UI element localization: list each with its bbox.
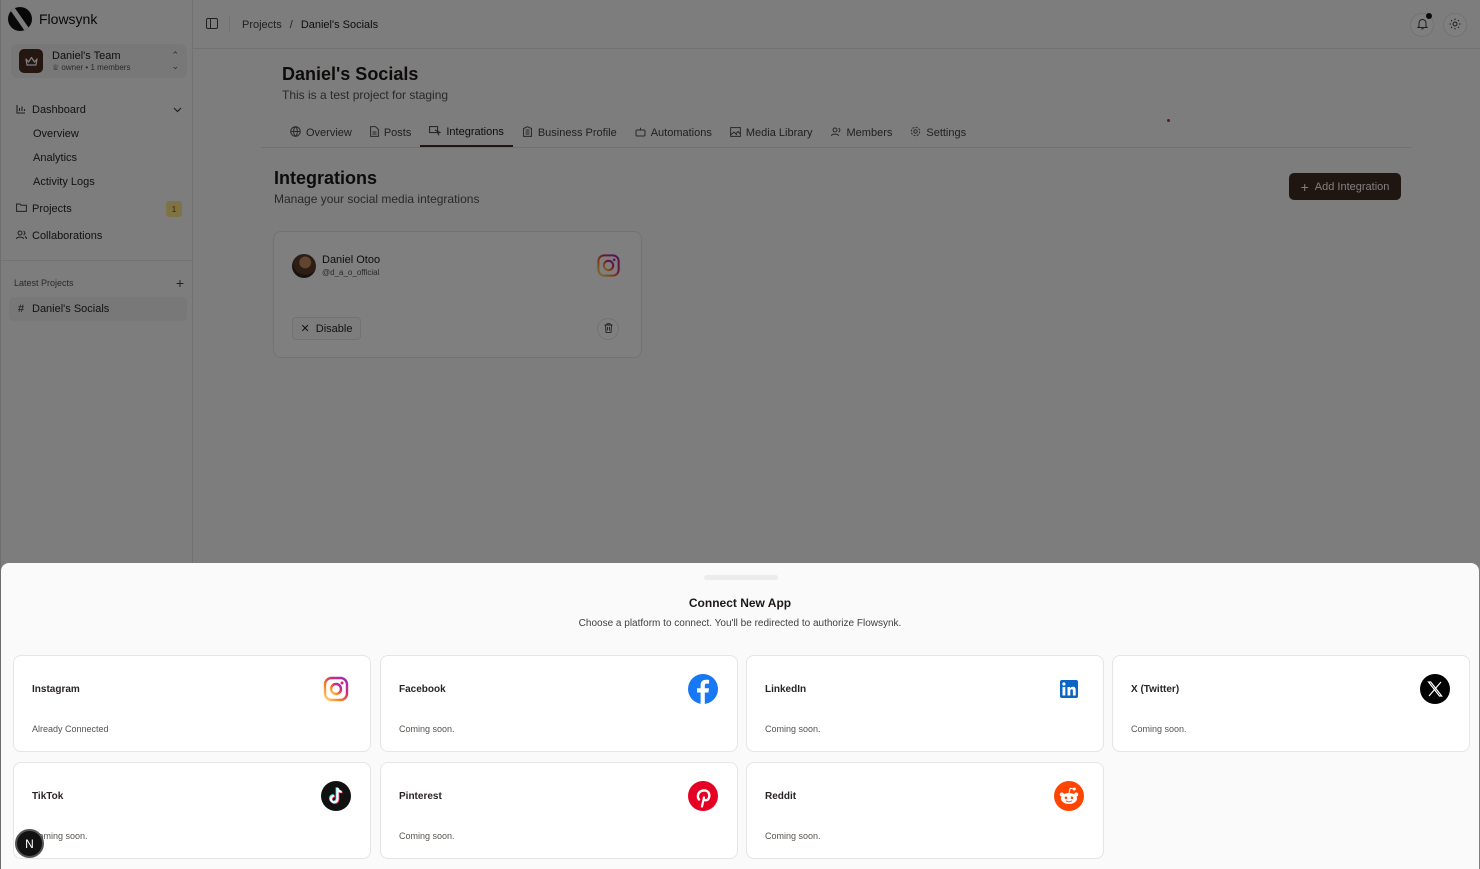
app-card-linkedin[interactable]: LinkedIn Coming soon. (746, 655, 1104, 752)
app-name: Reddit (765, 791, 797, 802)
app-name: Facebook (399, 684, 446, 695)
app-name: LinkedIn (765, 684, 807, 695)
connect-app-drawer: Connect New App Choose a platform to con… (1, 563, 1479, 869)
app-status: Coming soon. (399, 831, 455, 841)
instagram-icon (323, 676, 349, 702)
app-card-reddit[interactable]: Reddit Coming soon. (746, 762, 1104, 859)
x-icon (1420, 674, 1450, 704)
app-status: Coming soon. (1131, 724, 1187, 734)
app-status: Coming soon. (765, 831, 821, 841)
drawer-description: Choose a platform to connect. You'll be … (578, 618, 902, 629)
app-card-pinterest[interactable]: Pinterest Coming soon. (380, 762, 738, 859)
app-card-facebook[interactable]: Facebook Coming soon. (380, 655, 738, 752)
app-status: Coming soon. (399, 724, 455, 734)
drawer-title: Connect New App (688, 596, 792, 610)
facebook-icon (688, 674, 718, 704)
app-card-x-twitter[interactable]: X (Twitter) Coming soon. (1112, 655, 1470, 752)
reddit-icon (1054, 781, 1084, 811)
app-name: Pinterest (399, 791, 442, 802)
linkedin-icon (1060, 680, 1078, 698)
pinterest-icon (688, 781, 718, 811)
app-card-instagram[interactable]: Instagram Already Connected (13, 655, 371, 752)
app-status: Already Connected (32, 724, 109, 734)
dev-tools-badge[interactable]: N (15, 829, 44, 858)
tiktok-icon (321, 781, 351, 811)
app-name: X (Twitter) (1131, 684, 1180, 695)
app-name: TikTok (32, 791, 64, 802)
drawer-handle[interactable] (704, 575, 778, 580)
app-status: Coming soon. (765, 724, 821, 734)
app-name: Instagram (32, 684, 80, 695)
app-card-tiktok[interactable]: TikTok Coming soon. (13, 762, 371, 859)
